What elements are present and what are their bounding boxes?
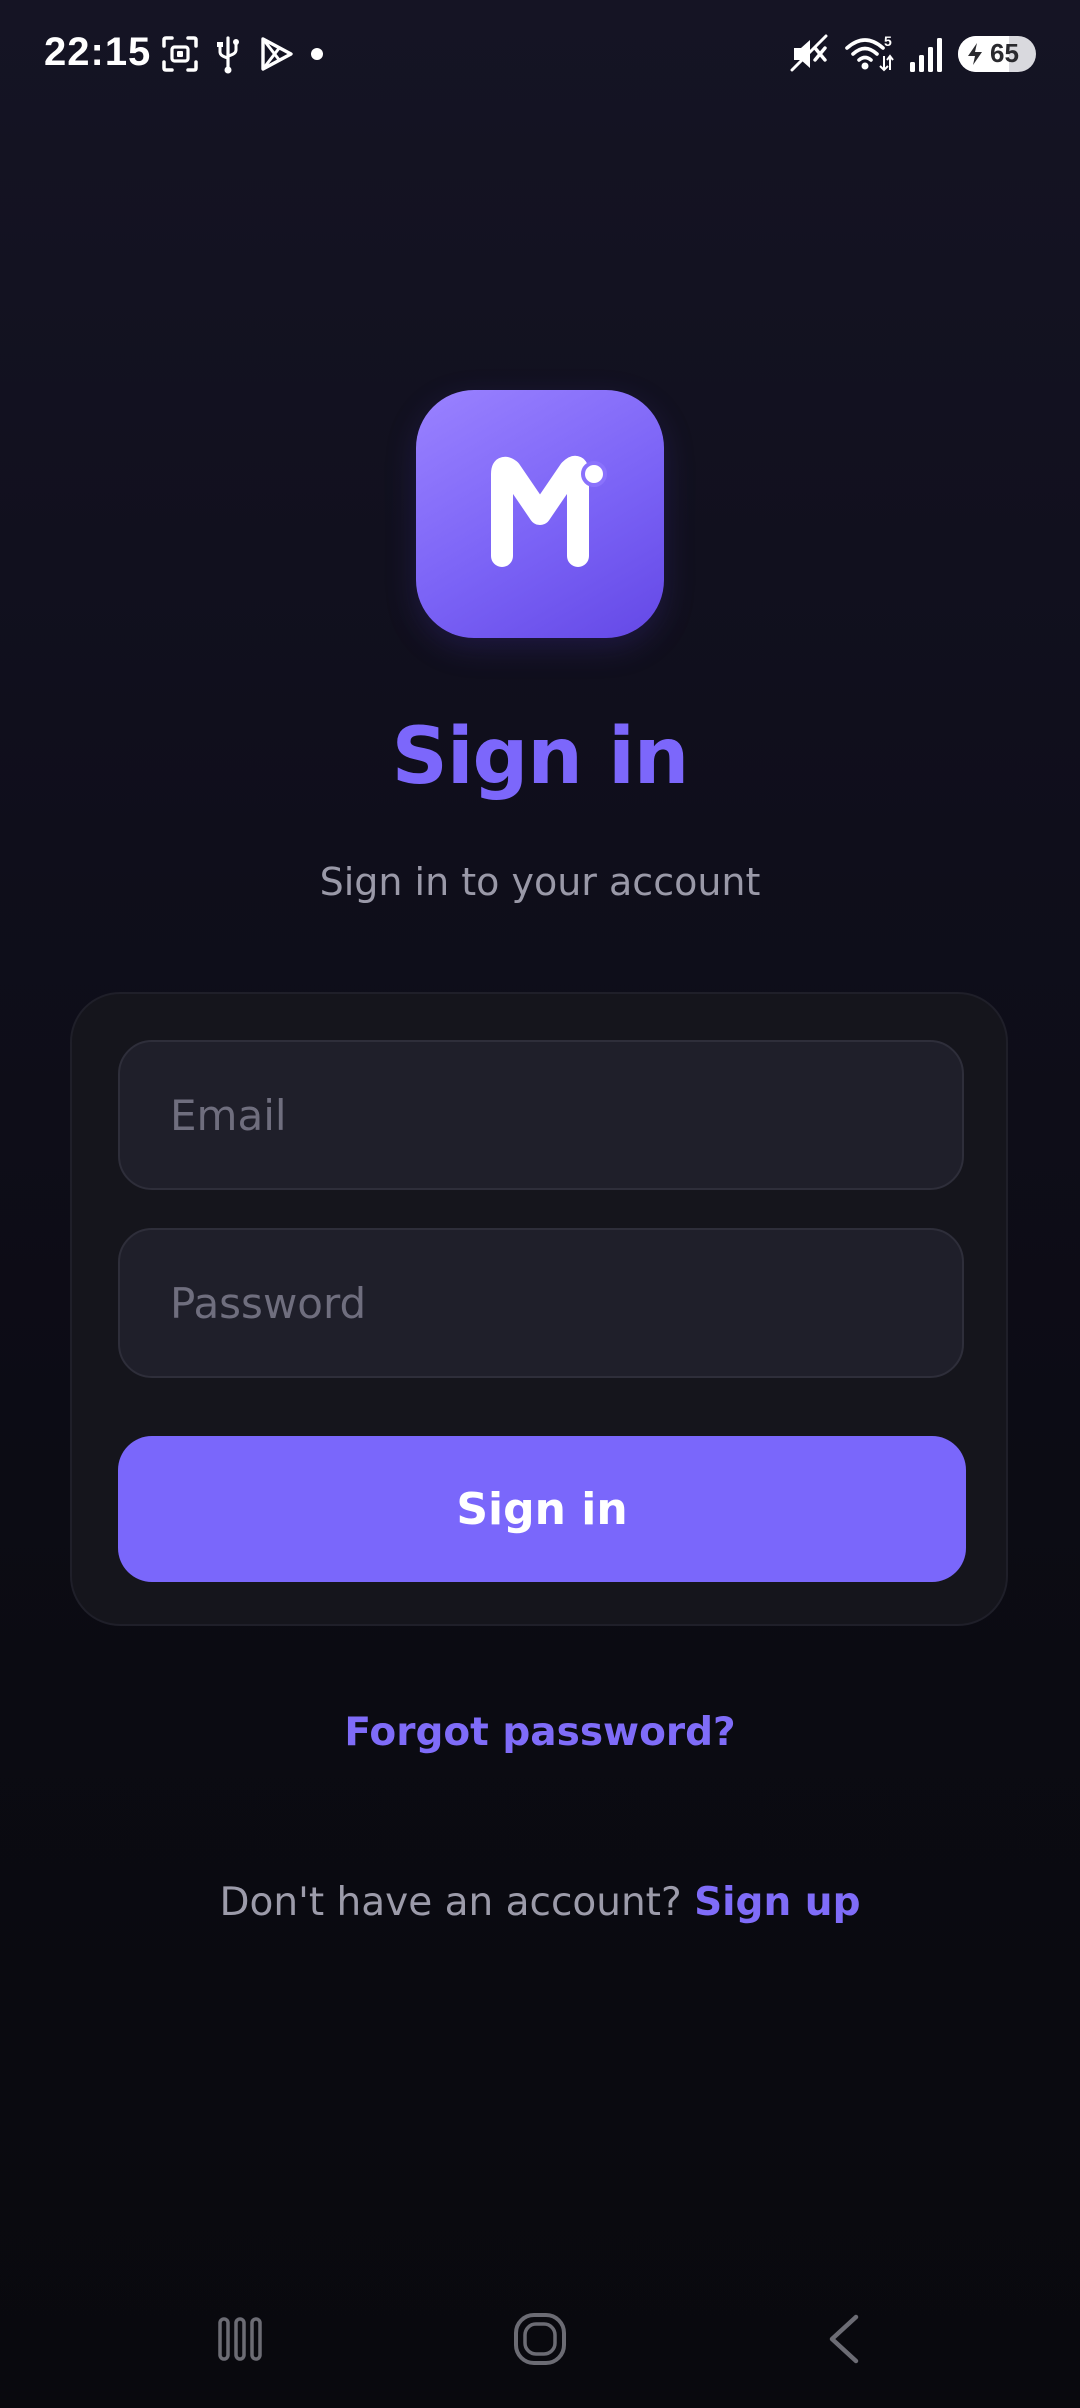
home-button[interactable]	[500, 2304, 580, 2374]
usb-icon	[214, 34, 242, 74]
navigation-bar	[0, 2268, 1080, 2408]
svg-text:5: 5	[884, 34, 892, 49]
status-time: 22:15	[44, 30, 152, 74]
status-bar: 22:15 5 65	[0, 0, 1080, 110]
back-icon	[820, 2313, 872, 2365]
signup-row: Don't have an account? Sign up	[0, 1880, 1080, 1925]
app-logo	[416, 390, 664, 638]
sign-in-button[interactable]: Sign in	[118, 1436, 966, 1582]
wifi-icon: 5	[844, 34, 894, 74]
login-card: Sign in	[70, 992, 1008, 1626]
battery-level: 65	[990, 38, 1019, 68]
signup-prompt: Don't have an account?	[219, 1880, 682, 1925]
sign-up-link[interactable]: Sign up	[694, 1880, 860, 1925]
page-title: Sign in	[391, 712, 690, 802]
email-field[interactable]	[118, 1040, 964, 1190]
recents-button[interactable]	[200, 2304, 280, 2374]
status-left-icons	[160, 34, 324, 74]
screenshot-icon	[160, 34, 200, 74]
page-subtitle: Sign in to your account	[319, 860, 761, 904]
back-button[interactable]	[806, 2304, 886, 2374]
signal-icon	[908, 34, 944, 74]
play-store-icon	[256, 34, 296, 74]
home-icon	[512, 2311, 568, 2367]
mute-icon	[790, 34, 830, 74]
charging-bolt-icon	[966, 42, 984, 70]
status-right-icons: 5 65	[790, 34, 1036, 74]
recents-icon	[214, 2313, 266, 2365]
password-field[interactable]	[118, 1228, 964, 1378]
battery-icon: 65	[958, 36, 1036, 72]
forgot-password-link[interactable]: Forgot password?	[344, 1710, 735, 1755]
dot-icon	[310, 34, 324, 74]
forgot-password-row: Forgot password?	[0, 1710, 1080, 1755]
